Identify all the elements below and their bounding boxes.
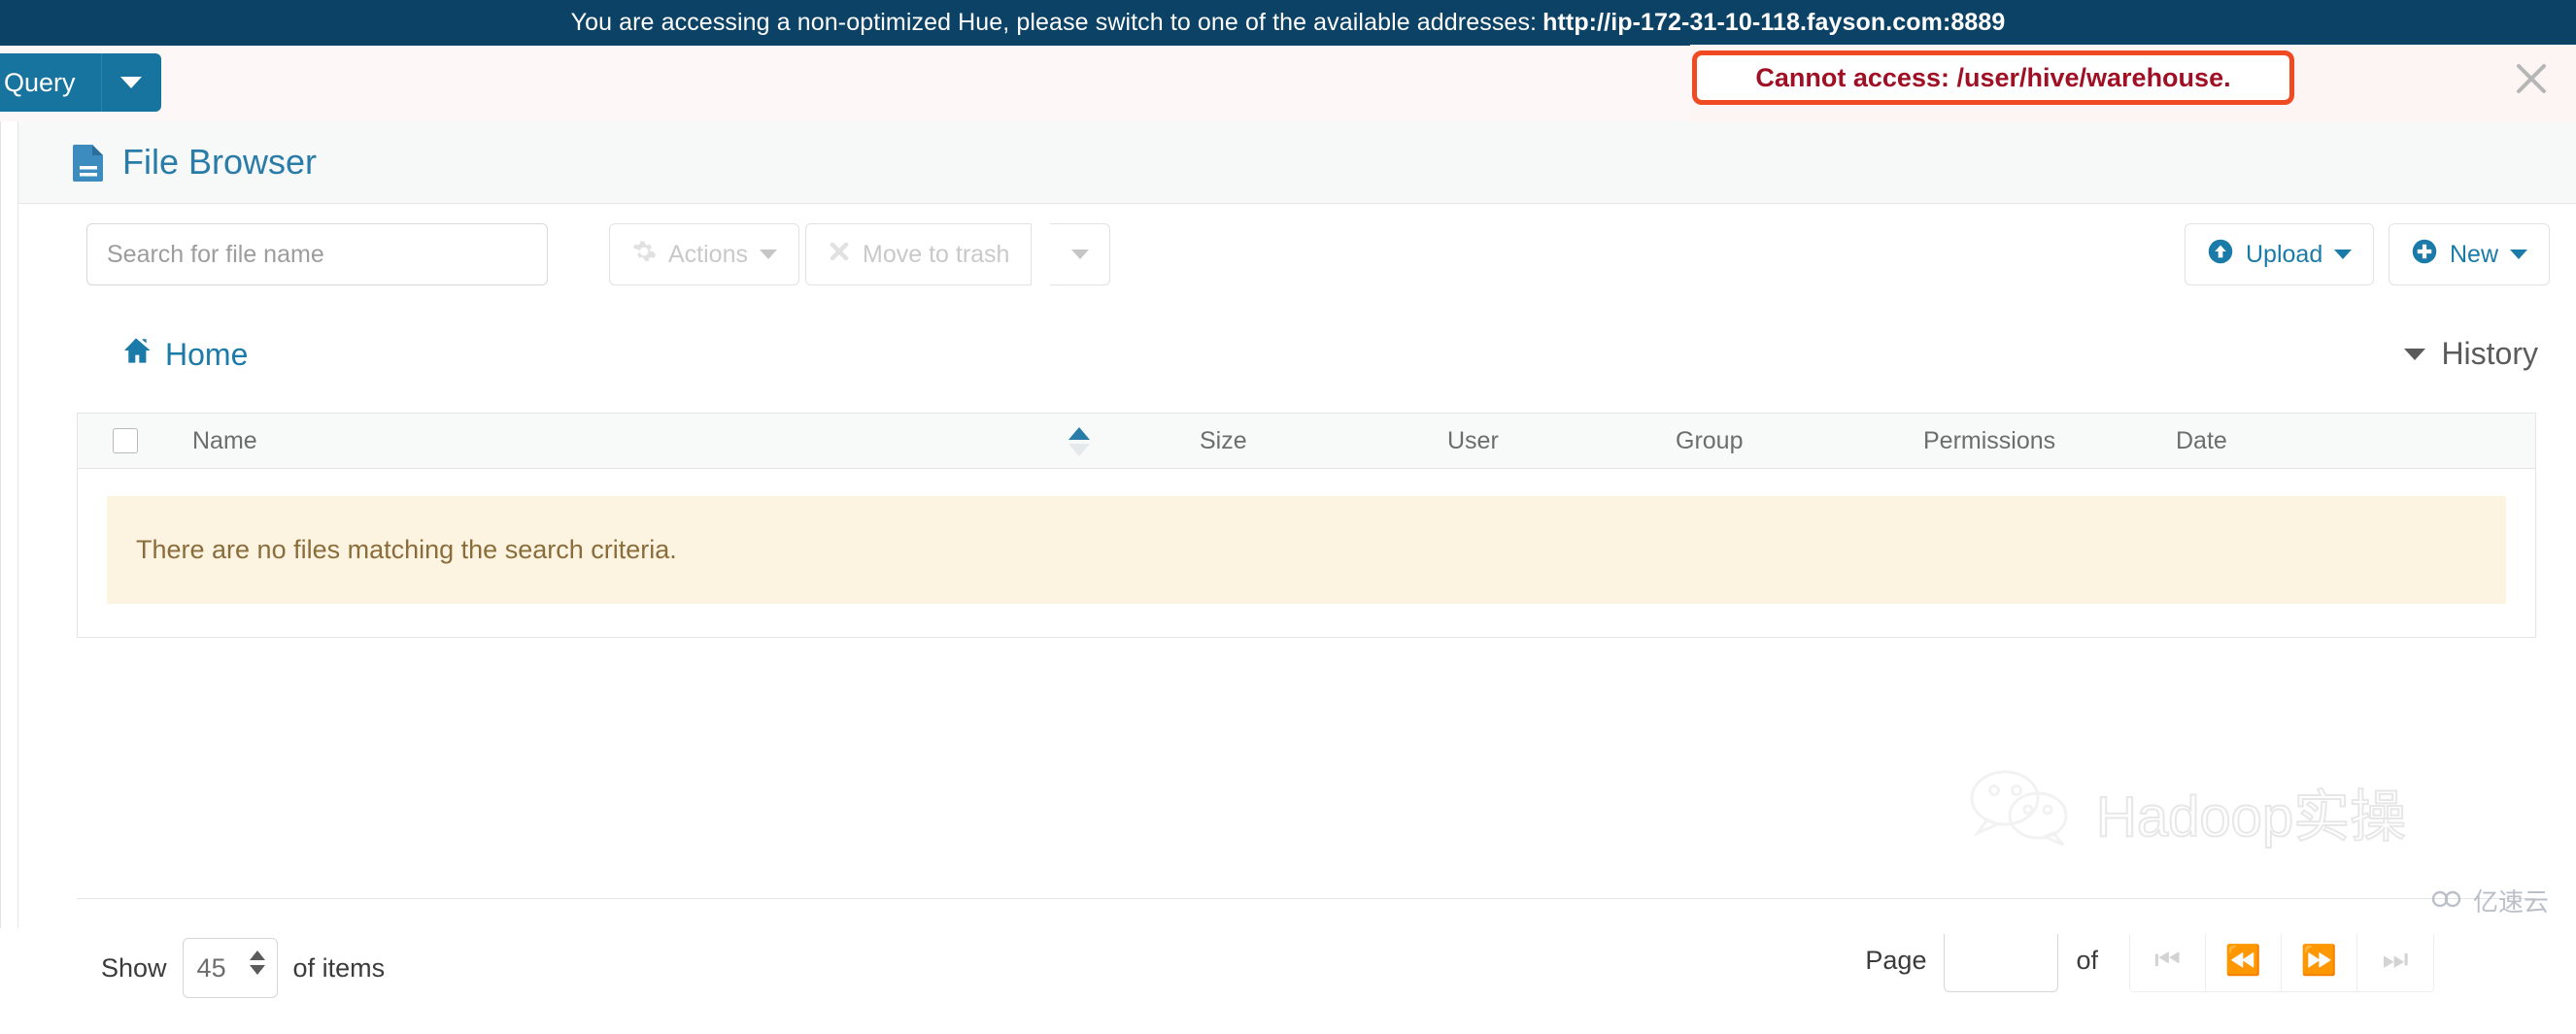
left-rail: [1, 121, 18, 934]
new-button[interactable]: New: [2389, 223, 2550, 285]
new-label: New: [2450, 241, 2498, 269]
breadcrumb-home-label: Home: [165, 337, 248, 373]
caret-down-icon: [2404, 349, 2425, 360]
pager-buttons: ⏮ ⏪ ⏩ ⏭: [2129, 928, 2434, 992]
double-right-arrow-icon: ⏭: [2383, 944, 2409, 977]
column-header-date[interactable]: Date: [2176, 427, 2227, 455]
cannot-access-alert: Cannot access: /user/hive/warehouse.: [1692, 50, 2294, 105]
move-to-trash-label: Move to trash: [863, 241, 1009, 269]
chevron-down-icon: [120, 77, 142, 88]
show-items-group: Show 45 of items: [101, 938, 385, 998]
column-header-group[interactable]: Group: [1676, 427, 1743, 455]
chevron-down-icon: [1071, 250, 1089, 259]
sort-descending-icon[interactable]: [1068, 444, 1090, 456]
page-of-label: of: [2076, 946, 2098, 976]
breadcrumb: Home History: [18, 330, 2576, 398]
pagination-group: Page of ⏮ ⏪ ⏩ ⏭: [1865, 928, 2434, 992]
file-toolbar: Actions Move to trash Upload: [18, 223, 2576, 291]
query-button[interactable]: Query: [0, 53, 101, 112]
stepper-up-icon[interactable]: [250, 951, 265, 960]
table-header-row: Name Size User Group Permissions Date: [77, 413, 2536, 469]
stepper-arrows[interactable]: [250, 951, 265, 975]
show-label: Show: [101, 953, 167, 984]
chevron-down-icon: [2510, 250, 2527, 259]
file-table: Name Size User Group Permissions Date Th…: [77, 413, 2536, 638]
query-dropdown-toggle[interactable]: [101, 53, 161, 112]
non-optimized-hue-banner: You are accessing a non-optimized Hue, p…: [0, 0, 2576, 46]
last-page-button[interactable]: ⏭: [2357, 929, 2433, 991]
items-per-page-value: 45: [197, 953, 226, 984]
double-left-arrow-icon: ⏪: [2225, 944, 2261, 978]
close-icon[interactable]: [2511, 58, 2552, 99]
banner-address-link[interactable]: http://ip-172-31-10-118.fayson.com:8889: [1542, 9, 2005, 37]
upload-label: Upload: [2246, 241, 2322, 269]
plus-circle-icon: [2411, 238, 2438, 272]
alert-message: Cannot access: /user/hive/warehouse.: [1755, 63, 2230, 93]
chevron-down-icon: [760, 250, 777, 259]
items-per-page-stepper[interactable]: 45: [183, 938, 278, 998]
empty-state-message: There are no files matching the search c…: [107, 496, 2506, 604]
move-to-trash-button[interactable]: Move to trash: [805, 223, 1032, 285]
move-to-trash-dropdown-toggle[interactable]: [1050, 223, 1110, 285]
upload-circle-icon: [2207, 238, 2234, 272]
table-body: There are no files matching the search c…: [77, 469, 2536, 638]
upload-button[interactable]: Upload: [2185, 223, 2374, 285]
column-header-permissions[interactable]: Permissions: [1923, 427, 2055, 455]
table-footer: Show 45 of items Page of ⏮ ⏪: [77, 898, 2536, 1034]
actions-label: Actions: [668, 241, 748, 269]
double-left-arrow-icon: ⏮: [2154, 944, 2181, 977]
page-number-input[interactable]: [1944, 928, 2058, 992]
actions-button[interactable]: Actions: [609, 223, 799, 285]
history-label: History: [2441, 336, 2538, 372]
file-browser-page: File Browser Actions Move to trash: [0, 121, 2576, 934]
column-header-size[interactable]: Size: [1200, 427, 1247, 455]
double-right-arrow-icon: ⏩: [2301, 944, 2337, 978]
column-header-user[interactable]: User: [1447, 427, 1499, 455]
page-label: Page: [1865, 946, 1926, 976]
column-header-name[interactable]: Name: [192, 427, 257, 455]
of-items-label: of items: [293, 953, 386, 984]
sort-ascending-icon[interactable]: [1068, 427, 1090, 440]
gear-icon: [631, 239, 657, 271]
file-search-input[interactable]: [86, 223, 548, 285]
stepper-down-icon[interactable]: [250, 965, 265, 975]
x-mark-icon: [828, 240, 851, 270]
chevron-down-icon: [2334, 250, 2352, 259]
file-document-icon: [72, 143, 105, 182]
query-button-group: Query: [0, 53, 161, 112]
next-page-button[interactable]: ⏩: [2282, 929, 2357, 991]
breadcrumb-home[interactable]: Home: [120, 336, 248, 373]
history-dropdown[interactable]: History: [2404, 336, 2538, 372]
banner-message: You are accessing a non-optimized Hue, p…: [571, 9, 1538, 37]
home-icon: [120, 336, 152, 373]
previous-page-button[interactable]: ⏪: [2206, 929, 2282, 991]
first-page-button[interactable]: ⏮: [2130, 929, 2206, 991]
page-title: File Browser: [122, 142, 317, 183]
page-header: File Browser: [18, 121, 2576, 204]
select-all-checkbox[interactable]: [113, 428, 138, 453]
bottom-edge: [0, 928, 2576, 934]
